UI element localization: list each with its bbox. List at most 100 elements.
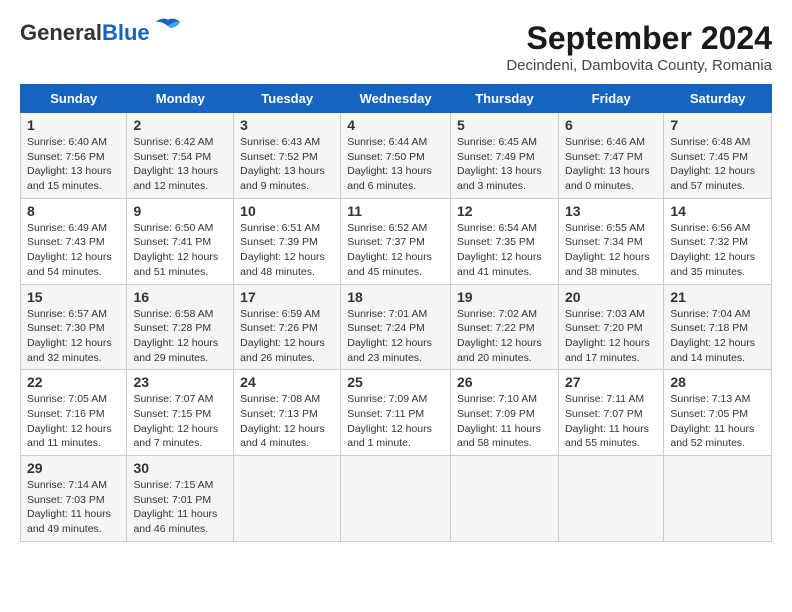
col-tuesday: Tuesday <box>234 85 341 113</box>
table-row: 1 Sunrise: 6:40 AM Sunset: 7:56 PM Daylig… <box>21 113 127 199</box>
day-info: Sunrise: 6:59 AM Sunset: 7:26 PM Dayligh… <box>240 308 325 364</box>
table-row: 3Sunrise: 6:43 AM Sunset: 7:52 PM Daylig… <box>234 113 341 199</box>
table-row: 7 Sunrise: 6:48 AM Sunset: 7:45 PM Daylig… <box>664 113 772 199</box>
day-number: 10 <box>240 203 334 219</box>
table-row: 17Sunrise: 6:59 AM Sunset: 7:26 PM Dayli… <box>234 284 341 370</box>
day-info: Sunrise: 7:08 AM Sunset: 7:13 PM Dayligh… <box>240 393 325 449</box>
table-row: 14 Sunrise: 6:56 AM Sunset: 7:32 PM Dayli… <box>664 198 772 284</box>
table-row: 23 Sunrise: 7:07 AM Sunset: 7:15 PM Dayli… <box>127 370 234 456</box>
day-info: Sunrise: 6:43 AM Sunset: 7:52 PM Dayligh… <box>240 136 325 192</box>
day-number: 22 <box>27 374 120 390</box>
day-number: 16 <box>133 289 227 305</box>
logo-general-text: General <box>20 20 102 46</box>
day-info: Sunrise: 7:13 AM Sunset: 7:05 PM Dayligh… <box>670 393 754 449</box>
day-info: Sunrise: 6:57 AM Sunset: 7:30 PM Dayligh… <box>27 308 112 364</box>
table-row <box>451 456 559 542</box>
page-title: September 2024 <box>506 20 772 57</box>
calendar-body: 1 Sunrise: 6:40 AM Sunset: 7:56 PM Daylig… <box>21 113 772 542</box>
day-number: 30 <box>133 460 227 476</box>
table-row: 19Sunrise: 7:02 AM Sunset: 7:22 PM Dayli… <box>451 284 559 370</box>
day-number: 5 <box>457 117 552 133</box>
table-row: 24 Sunrise: 7:08 AM Sunset: 7:13 PM Dayli… <box>234 370 341 456</box>
day-number: 24 <box>240 374 334 390</box>
day-number: 11 <box>347 203 444 219</box>
table-row: 2 Sunrise: 6:42 AM Sunset: 7:54 PM Daylig… <box>127 113 234 199</box>
col-sunday: Sunday <box>21 85 127 113</box>
day-number: 23 <box>133 374 227 390</box>
table-row: 11 Sunrise: 6:52 AM Sunset: 7:37 PM Dayli… <box>341 198 451 284</box>
day-number: 26 <box>457 374 552 390</box>
title-block: September 2024 Decindeni, Dambovita Coun… <box>506 20 772 74</box>
table-row: 15 Sunrise: 6:57 AM Sunset: 7:30 PM Dayli… <box>21 284 127 370</box>
day-info: Sunrise: 6:50 AM Sunset: 7:41 PM Dayligh… <box>133 222 218 278</box>
table-row: 5 Sunrise: 6:45 AM Sunset: 7:49 PM Daylig… <box>451 113 559 199</box>
table-row: 22Sunrise: 7:05 AM Sunset: 7:16 PM Dayli… <box>21 370 127 456</box>
table-row: 21 Sunrise: 7:04 AM Sunset: 7:18 PM Dayli… <box>664 284 772 370</box>
day-info: Sunrise: 6:48 AM Sunset: 7:45 PM Dayligh… <box>670 136 755 192</box>
day-info: Sunrise: 7:03 AM Sunset: 7:20 PM Dayligh… <box>565 308 650 364</box>
day-number: 28 <box>670 374 765 390</box>
logo: General Blue <box>20 20 182 46</box>
table-row: 4 Sunrise: 6:44 AM Sunset: 7:50 PM Daylig… <box>341 113 451 199</box>
day-info: Sunrise: 6:54 AM Sunset: 7:35 PM Dayligh… <box>457 222 542 278</box>
day-number: 2 <box>133 117 227 133</box>
day-info: Sunrise: 6:46 AM Sunset: 7:47 PM Dayligh… <box>565 136 650 192</box>
day-info: Sunrise: 6:51 AM Sunset: 7:39 PM Dayligh… <box>240 222 325 278</box>
day-number: 4 <box>347 117 444 133</box>
day-number: 14 <box>670 203 765 219</box>
day-number: 8 <box>27 203 120 219</box>
day-number: 18 <box>347 289 444 305</box>
table-row: 10 Sunrise: 6:51 AM Sunset: 7:39 PM Dayli… <box>234 198 341 284</box>
day-number: 12 <box>457 203 552 219</box>
day-number: 20 <box>565 289 657 305</box>
day-info: Sunrise: 6:40 AM Sunset: 7:56 PM Dayligh… <box>27 136 112 192</box>
table-row <box>664 456 772 542</box>
table-row: 13 Sunrise: 6:55 AM Sunset: 7:34 PM Dayli… <box>558 198 663 284</box>
day-number: 21 <box>670 289 765 305</box>
col-friday: Friday <box>558 85 663 113</box>
day-info: Sunrise: 7:09 AM Sunset: 7:11 PM Dayligh… <box>347 393 432 449</box>
day-info: Sunrise: 7:07 AM Sunset: 7:15 PM Dayligh… <box>133 393 218 449</box>
day-info: Sunrise: 6:52 AM Sunset: 7:37 PM Dayligh… <box>347 222 432 278</box>
day-number: 1 <box>27 117 120 133</box>
day-info: Sunrise: 7:14 AM Sunset: 7:03 PM Dayligh… <box>27 479 111 535</box>
page-subtitle: Decindeni, Dambovita County, Romania <box>506 57 772 74</box>
col-wednesday: Wednesday <box>341 85 451 113</box>
day-info: Sunrise: 6:44 AM Sunset: 7:50 PM Dayligh… <box>347 136 432 192</box>
day-info: Sunrise: 6:56 AM Sunset: 7:32 PM Dayligh… <box>670 222 755 278</box>
calendar-table: Sunday Monday Tuesday Wednesday Thursday… <box>20 84 772 542</box>
day-info: Sunrise: 6:45 AM Sunset: 7:49 PM Dayligh… <box>457 136 542 192</box>
day-info: Sunrise: 6:49 AM Sunset: 7:43 PM Dayligh… <box>27 222 112 278</box>
day-number: 29 <box>27 460 120 476</box>
day-number: 7 <box>670 117 765 133</box>
page-header: General Blue September 2024 Decindeni, D… <box>20 20 772 74</box>
day-info: Sunrise: 7:11 AM Sunset: 7:07 PM Dayligh… <box>565 393 649 449</box>
day-info: Sunrise: 6:42 AM Sunset: 7:54 PM Dayligh… <box>133 136 218 192</box>
table-row: 28 Sunrise: 7:13 AM Sunset: 7:05 PM Dayli… <box>664 370 772 456</box>
logo-bird-icon <box>154 18 182 40</box>
day-number: 15 <box>27 289 120 305</box>
day-info: Sunrise: 7:04 AM Sunset: 7:18 PM Dayligh… <box>670 308 755 364</box>
day-number: 6 <box>565 117 657 133</box>
table-row: 27 Sunrise: 7:11 AM Sunset: 7:07 PM Dayli… <box>558 370 663 456</box>
table-row: 8 Sunrise: 6:49 AM Sunset: 7:43 PM Daylig… <box>21 198 127 284</box>
col-monday: Monday <box>127 85 234 113</box>
table-row: 20 Sunrise: 7:03 AM Sunset: 7:20 PM Dayli… <box>558 284 663 370</box>
day-number: 27 <box>565 374 657 390</box>
table-row: 25 Sunrise: 7:09 AM Sunset: 7:11 PM Dayli… <box>341 370 451 456</box>
day-number: 25 <box>347 374 444 390</box>
table-row: 18 Sunrise: 7:01 AM Sunset: 7:24 PM Dayli… <box>341 284 451 370</box>
day-info: Sunrise: 7:01 AM Sunset: 7:24 PM Dayligh… <box>347 308 432 364</box>
table-row <box>558 456 663 542</box>
day-number: 13 <box>565 203 657 219</box>
col-saturday: Saturday <box>664 85 772 113</box>
table-row: 16 Sunrise: 6:58 AM Sunset: 7:28 PM Dayli… <box>127 284 234 370</box>
day-info: Sunrise: 6:58 AM Sunset: 7:28 PM Dayligh… <box>133 308 218 364</box>
table-row: 29 Sunrise: 7:14 AM Sunset: 7:03 PM Dayli… <box>21 456 127 542</box>
table-row <box>341 456 451 542</box>
table-row: 9Sunrise: 6:50 AM Sunset: 7:41 PM Daylig… <box>127 198 234 284</box>
day-info: Sunrise: 6:55 AM Sunset: 7:34 PM Dayligh… <box>565 222 650 278</box>
table-row: 26Sunrise: 7:10 AM Sunset: 7:09 PM Dayli… <box>451 370 559 456</box>
day-info: Sunrise: 7:02 AM Sunset: 7:22 PM Dayligh… <box>457 308 542 364</box>
day-info: Sunrise: 7:15 AM Sunset: 7:01 PM Dayligh… <box>133 479 217 535</box>
